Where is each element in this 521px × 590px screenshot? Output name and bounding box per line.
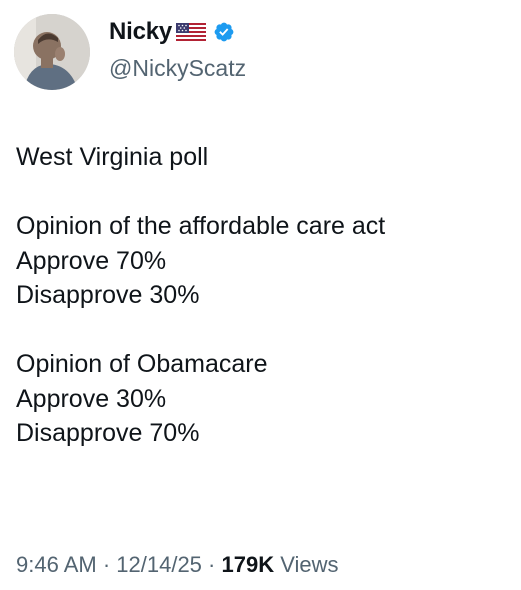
tweet-line: Approve 70% (16, 246, 167, 275)
tweet-line: Approve 30% (16, 384, 167, 413)
display-name[interactable]: Nicky (109, 18, 172, 46)
tweet-line: Opinion of the affordable care act (16, 212, 386, 240)
us-flag-icon (176, 23, 207, 41)
tweet-line: Opinion of Obamacare (16, 350, 268, 378)
tweet-line: Disapprove 70% (16, 419, 200, 447)
separator: · (201, 552, 222, 577)
tweet-line: West Virginia poll (16, 143, 209, 171)
tweet-metadata: 9:46 AM · 12/14/25 · 179K Views (16, 552, 338, 578)
author-name-row[interactable]: Nicky (109, 18, 235, 46)
separator: · (96, 552, 117, 577)
avatar-photo (14, 14, 90, 90)
tweet-line: Disapprove 30% (16, 281, 200, 309)
tweet-text: West Virginia poll Opinion of the afford… (16, 140, 511, 451)
timestamp-time[interactable]: 9:46 AM (16, 552, 97, 577)
verified-badge-icon (214, 22, 234, 42)
views-label: Views (274, 552, 339, 577)
author-handle[interactable]: @NickyScatz (109, 55, 246, 82)
timestamp-date[interactable]: 12/14/25 (116, 552, 202, 577)
tweet-card: Nicky @NickyScatz West Virginia poll Opi… (0, 0, 521, 590)
avatar[interactable] (14, 14, 90, 90)
views-count[interactable]: 179K (221, 552, 274, 577)
